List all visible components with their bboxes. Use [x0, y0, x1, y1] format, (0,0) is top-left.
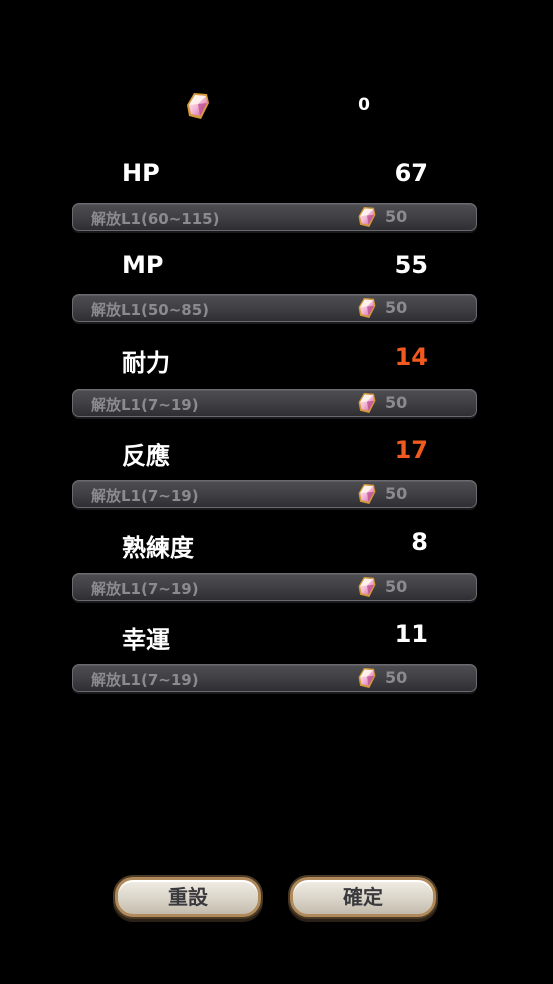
unlock-cost: 50: [385, 207, 408, 226]
stat-name-mp: MP: [122, 251, 164, 279]
stat-value-endurance: 14: [394, 343, 428, 371]
confirm-button[interactable]: 確定: [290, 877, 436, 917]
unlock-label: 解放L1(7~19): [91, 580, 199, 598]
stat-name-endurance: 耐力: [122, 349, 170, 377]
unlock-bar-hp[interactable]: 解放L1(60~115) 50: [72, 203, 477, 231]
unlock-label: 解放L1(60~115): [91, 210, 220, 228]
crystal-icon: [357, 391, 377, 415]
unlock-cost: 50: [385, 668, 408, 687]
crystal-icon: [357, 205, 377, 229]
unlock-label: 解放L1(7~19): [91, 487, 199, 505]
unlock-label: 解放L1(7~19): [91, 671, 199, 689]
reset-button[interactable]: 重設: [115, 877, 261, 917]
stat-value-mp: 55: [394, 251, 428, 279]
unlock-bar-luck[interactable]: 解放L1(7~19) 50: [72, 664, 477, 692]
stat-value-hp: 67: [394, 159, 428, 187]
stat-value-proficiency: 8: [411, 528, 428, 556]
unlock-label: 解放L1(7~19): [91, 396, 199, 414]
unlock-bar-mp[interactable]: 解放L1(50~85) 50: [72, 294, 477, 322]
stat-name-reaction: 反應: [122, 442, 170, 470]
unlock-bar-endurance[interactable]: 解放L1(7~19) 50: [72, 389, 477, 417]
unlock-bar-reaction[interactable]: 解放L1(7~19) 50: [72, 480, 477, 508]
crystal-icon: [357, 575, 377, 599]
stat-value-reaction: 17: [394, 436, 428, 464]
unlock-cost: 50: [385, 484, 408, 503]
crystal-icon: [357, 666, 377, 690]
unlock-cost: 50: [385, 393, 408, 412]
crystal-icon: [185, 91, 211, 121]
crystal-icon: [357, 482, 377, 506]
unlock-bar-proficiency[interactable]: 解放L1(7~19) 50: [72, 573, 477, 601]
unlock-label: 解放L1(50~85): [91, 301, 210, 319]
currency-count: 0: [358, 95, 370, 115]
unlock-cost: 50: [385, 577, 408, 596]
stat-name-hp: HP: [122, 159, 160, 187]
stat-value-luck: 11: [394, 620, 428, 648]
crystal-icon: [357, 296, 377, 320]
stat-name-proficiency: 熟練度: [122, 534, 194, 562]
unlock-cost: 50: [385, 298, 408, 317]
stat-name-luck: 幸運: [122, 626, 170, 654]
